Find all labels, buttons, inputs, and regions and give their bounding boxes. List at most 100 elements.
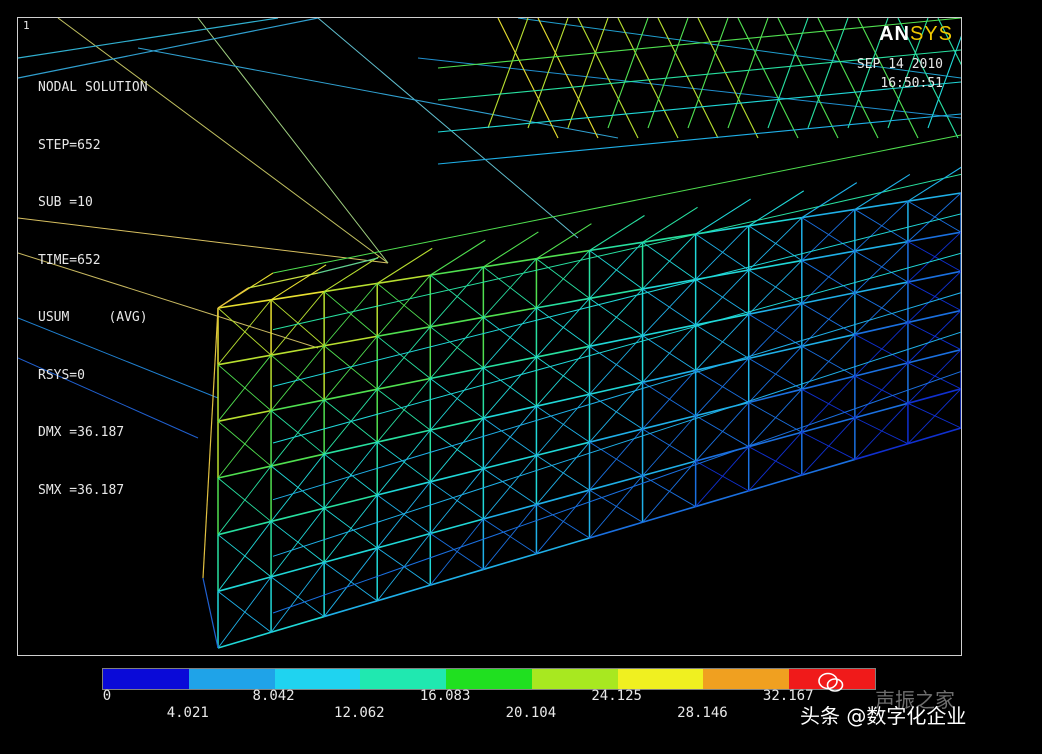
wireframe-member <box>376 584 431 602</box>
wireframe-member <box>217 298 272 309</box>
wireframe-member <box>323 494 378 563</box>
wireframe-member <box>536 249 590 260</box>
legend-swatch <box>703 669 790 689</box>
logo-sys-text: SYS <box>909 23 953 45</box>
step-label: STEP=652 <box>38 137 101 153</box>
wireframe-member <box>376 247 433 284</box>
wireframe-member <box>536 489 590 506</box>
wireframe-member <box>777 18 839 139</box>
wireframe-member <box>217 576 272 649</box>
wireframe-model-view[interactable] <box>18 18 961 655</box>
wireframe-member <box>748 216 802 227</box>
wireframe-member <box>695 358 750 417</box>
wireframe-member <box>270 290 325 301</box>
wireframe-member <box>323 256 380 293</box>
wireframe-member <box>854 321 909 336</box>
wireframe-member <box>748 389 803 447</box>
wireframe-member <box>854 362 909 419</box>
solution-info-panel: NODAL SOLUTION STEP=652 SUB =10 TIME=652… <box>38 40 148 538</box>
legend-value-label: 12.062 <box>334 705 385 721</box>
wireframe-member <box>270 291 325 356</box>
wireframe-member <box>607 18 649 129</box>
wireframe-member <box>748 346 803 403</box>
wireframe-member <box>807 18 849 129</box>
wireframe-member <box>483 257 537 268</box>
wireframe-member <box>483 307 537 319</box>
wireframe-member <box>217 520 272 536</box>
wireframe-member <box>217 576 272 593</box>
wireframe-member <box>536 441 590 505</box>
wireframe-member <box>577 18 639 139</box>
wireframe-member <box>589 474 643 491</box>
wireframe-member <box>483 503 537 520</box>
wireframe-member <box>801 333 856 348</box>
watermark-text: 头条 @数字化企业 <box>800 704 967 728</box>
legend-swatch <box>446 669 532 689</box>
wireframe-member <box>748 431 802 448</box>
result-item-label: USUM (AVG) <box>38 310 148 325</box>
legend-swatch <box>103 669 189 689</box>
wireframe-member <box>376 481 431 549</box>
wireframe-member <box>854 281 909 335</box>
wireframe-member <box>247 272 319 289</box>
wireframe-member <box>270 507 325 523</box>
wireframe-member <box>589 381 643 396</box>
legend-value-label: 20.104 <box>505 705 557 721</box>
wireframe-member <box>217 631 272 649</box>
wireframe-member <box>748 388 802 404</box>
wireframe-member <box>429 518 484 586</box>
wireframe-member <box>536 537 590 555</box>
time-label: TIME=652 <box>38 252 101 268</box>
plot-type-label: NODAL SOLUTION <box>38 80 148 95</box>
wireframe-member <box>642 370 696 430</box>
wireframe-member <box>907 309 961 324</box>
wireframe-member <box>642 206 698 243</box>
legend-value-label: 8.042 <box>252 688 295 704</box>
wireframe-member <box>589 521 643 539</box>
wireframe-member <box>430 518 484 535</box>
legend-value-label: 16.083 <box>419 688 471 704</box>
wireframe-member <box>748 431 803 492</box>
wireframe-member <box>483 504 537 570</box>
wireframe-member <box>377 326 431 338</box>
wireframe-member <box>907 270 961 283</box>
wireframe-member <box>854 362 909 377</box>
wireframe-member <box>430 266 484 276</box>
wireframe-member <box>907 388 961 405</box>
wireframe-member <box>430 467 484 483</box>
ansys-logo: ANSYS <box>879 23 953 46</box>
wireframe-member <box>202 307 219 579</box>
wireframe-member <box>695 198 751 235</box>
wireframe-member <box>907 166 961 202</box>
wireframe-member <box>377 481 431 496</box>
legend-swatch <box>531 669 618 689</box>
wireframe-member <box>270 344 325 356</box>
wireframe-member <box>430 316 484 328</box>
rsys-label: RSYS=0 <box>38 367 85 383</box>
wireframe-member <box>907 310 961 364</box>
wireframe-member <box>854 209 909 243</box>
wireframe-member <box>642 233 696 244</box>
wireframe-member <box>324 282 378 293</box>
graphics-window[interactable]: 1 NODAL SOLUTION STEP=652 SUB =10 TIME=6… <box>17 17 962 656</box>
wireframe-member <box>272 370 961 614</box>
wireframe-member <box>854 281 909 294</box>
wireframe-member <box>317 18 579 239</box>
window-number: 1 <box>23 19 30 32</box>
wireframe-member <box>536 441 590 457</box>
legend-swatch <box>360 669 447 689</box>
wireframe-member <box>317 257 379 274</box>
logo-an-text: AN <box>879 23 910 45</box>
wireframe-member <box>272 292 961 501</box>
contour-legend-bar <box>102 668 876 690</box>
wireframe-member <box>270 561 325 578</box>
wireframe-member <box>642 415 696 476</box>
wireframe-member <box>748 303 803 359</box>
wireframe-member <box>324 335 378 347</box>
wireframe-member <box>270 264 327 301</box>
wireframe-member <box>801 291 856 305</box>
wireframe-member <box>589 475 643 539</box>
wireframe-member <box>642 505 696 524</box>
wireframe-member <box>376 274 431 337</box>
wireframe-member <box>483 405 537 419</box>
